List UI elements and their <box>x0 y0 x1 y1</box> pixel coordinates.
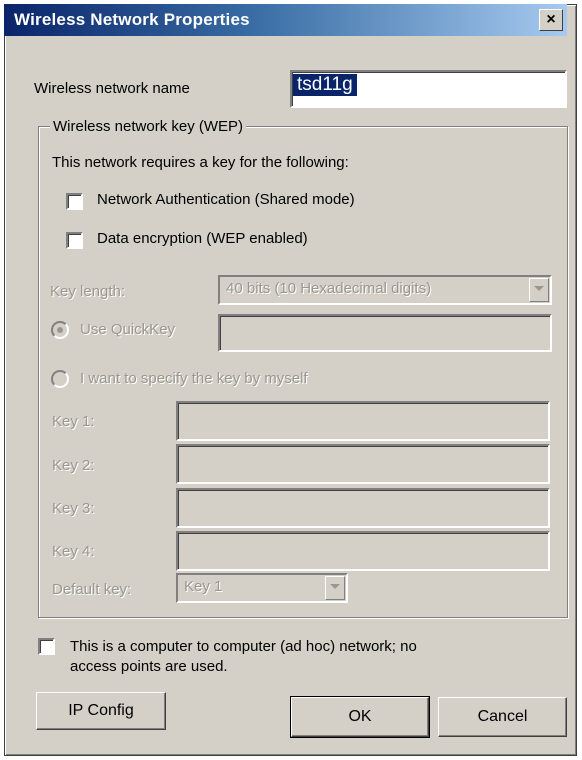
radio-dot-icon <box>57 327 63 333</box>
key3-input[interactable] <box>176 488 550 528</box>
auth-checkbox[interactable] <box>66 193 83 210</box>
key1-label: Key 1: <box>52 413 95 430</box>
network-name-label: Wireless network name <box>34 80 190 97</box>
cancel-button[interactable]: Cancel <box>438 697 567 737</box>
use-quickkey-label: Use QuickKey <box>80 321 176 338</box>
network-name-input[interactable]: tsd11g <box>290 70 567 108</box>
quickkey-input[interactable] <box>218 314 552 352</box>
key4-input[interactable] <box>176 531 550 571</box>
requires-key-text: This network requires a key for the foll… <box>52 154 349 171</box>
close-icon[interactable]: × <box>539 9 563 31</box>
key-length-value: 40 bits (10 Hexadecimal digits) <box>226 280 432 297</box>
key3-label: Key 3: <box>52 500 95 517</box>
key4-label: Key 4: <box>52 543 95 560</box>
chevron-down-icon <box>534 286 544 291</box>
wep-group-legend: Wireless network key (WEP) <box>50 118 247 135</box>
chevron-down-icon <box>330 584 340 589</box>
ok-button[interactable]: OK <box>290 696 430 738</box>
key2-input[interactable] <box>176 444 550 484</box>
network-name-value: tsd11g <box>293 74 357 96</box>
encryption-checkbox[interactable] <box>66 232 83 249</box>
default-key-label: Default key: <box>52 581 132 598</box>
default-key-select[interactable]: Key 1 <box>176 573 348 603</box>
specify-key-label: I want to specify the key by myself <box>80 370 308 387</box>
key-length-dropdown-button[interactable] <box>529 278 549 302</box>
adhoc-checkbox[interactable] <box>38 638 55 655</box>
adhoc-label-line1: This is a computer to computer (ad hoc) … <box>70 638 417 655</box>
ip-config-button[interactable]: IP Config <box>36 692 166 730</box>
default-key-value: Key 1 <box>184 578 223 595</box>
key2-label: Key 2: <box>52 457 95 474</box>
key-length-select[interactable]: 40 bits (10 Hexadecimal digits) <box>218 275 552 305</box>
key1-input[interactable] <box>176 401 550 441</box>
auth-checkbox-label: Network Authentication (Shared mode) <box>97 191 355 208</box>
specify-key-radio[interactable] <box>51 370 69 388</box>
adhoc-label-line2: access points are used. <box>70 658 228 675</box>
encryption-checkbox-label: Data encryption (WEP enabled) <box>97 230 308 247</box>
default-key-dropdown-button[interactable] <box>325 576 345 600</box>
window-title: Wireless Network Properties <box>14 10 250 29</box>
key-length-label: Key length: <box>50 283 126 300</box>
use-quickkey-radio[interactable] <box>51 321 69 339</box>
title-bar[interactable]: Wireless Network Properties × <box>4 4 567 36</box>
